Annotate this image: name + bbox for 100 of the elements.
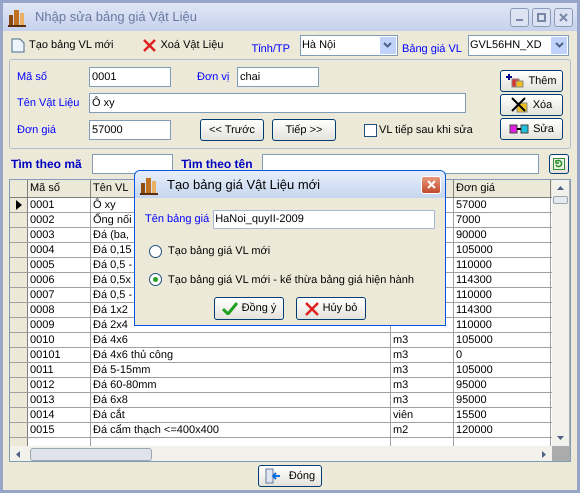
table-cell: m3 xyxy=(391,378,454,392)
unit-field[interactable]: chai xyxy=(237,67,319,87)
table-cell: 0005 xyxy=(28,258,91,272)
table-cell: Đá 4x6 thủ công xyxy=(91,348,391,362)
price-label: Đơn giá xyxy=(17,122,58,138)
price-table-label: Bảng giá VL xyxy=(402,42,462,57)
close-icon xyxy=(559,12,568,22)
close-dialog-button[interactable]: Đóng xyxy=(258,465,322,487)
table-cell: 0 xyxy=(454,348,551,362)
app-icon xyxy=(7,7,27,27)
radio-label: Tạo bảng giá VL mới xyxy=(168,244,270,259)
price-field[interactable]: 57000 xyxy=(89,120,171,140)
price-table-name-field[interactable]: HaNoi_quyII-2009 xyxy=(213,210,435,229)
close-button[interactable] xyxy=(554,8,573,26)
dialog-title: Tạo bảng giá Vật Liệu mới xyxy=(167,176,320,194)
ok-button[interactable]: Đồng ý xyxy=(214,297,284,320)
table-cell: 114300 xyxy=(454,303,551,317)
table-cell: Đá 5-15mm xyxy=(91,363,391,377)
table-cell: 110000 xyxy=(454,288,551,302)
window-title: Nhập sửa bảng giá Vật Liệu xyxy=(35,8,197,26)
table-cell: 0013 xyxy=(28,393,91,407)
check-icon xyxy=(222,302,238,315)
arrow-up-icon[interactable] xyxy=(556,184,565,192)
checkbox-label: VL tiếp sau khi sửa xyxy=(379,122,473,138)
table-cell: 0011 xyxy=(28,363,91,377)
swap-icon xyxy=(509,123,530,135)
arrow-right-icon[interactable] xyxy=(540,450,548,458)
column-header[interactable]: Đơn giá xyxy=(454,180,551,197)
table-cell: m3 xyxy=(391,363,454,377)
table-cell: 110000 xyxy=(454,258,551,272)
price-table-dropdown[interactable]: GVL56HN_XD xyxy=(468,34,569,56)
refresh-icon xyxy=(553,158,566,170)
column-header[interactable]: Mã số xyxy=(28,180,91,197)
table-cell: 105000 xyxy=(454,363,551,377)
cross-icon xyxy=(304,302,319,316)
arrow-left-icon[interactable] xyxy=(14,450,22,458)
table-cell: 0006 xyxy=(28,273,91,287)
delete-icon xyxy=(510,97,529,113)
table-cell: Đá cắt xyxy=(91,408,391,422)
arrow-down-icon[interactable] xyxy=(556,434,565,442)
vertical-scrollbar[interactable] xyxy=(552,180,569,446)
table-cell: viên xyxy=(391,408,454,422)
next-button[interactable]: Tiếp >> xyxy=(272,119,336,141)
minimize-button[interactable] xyxy=(510,8,529,26)
table-cell: 95000 xyxy=(454,378,551,392)
table-cell: 00101 xyxy=(28,348,91,362)
table-cell: 0010 xyxy=(28,333,91,347)
code-field[interactable]: 0001 xyxy=(89,67,171,87)
table-cell: 95000 xyxy=(454,393,551,407)
radio-button[interactable] xyxy=(149,244,162,258)
search-code-field[interactable] xyxy=(92,154,174,174)
scroll-thumb[interactable] xyxy=(553,196,568,204)
previous-button[interactable]: << Trước xyxy=(200,119,264,141)
exit-door-icon xyxy=(264,468,281,484)
refresh-button[interactable] xyxy=(549,154,569,174)
table-cell: 0004 xyxy=(28,243,91,257)
table-cell: 120000 xyxy=(454,423,551,437)
price-table-name-label: Tên bảng giá xyxy=(145,212,210,228)
checkbox[interactable] xyxy=(364,124,377,136)
table-cell: 7000 xyxy=(454,213,551,227)
close-icon xyxy=(426,180,436,189)
cross-icon xyxy=(143,38,156,52)
radio-button[interactable] xyxy=(149,273,162,286)
minimize-icon xyxy=(516,18,523,20)
table-cell: m2 xyxy=(391,423,454,437)
table-cell: 0009 xyxy=(28,318,91,332)
table-cell: 0015 xyxy=(28,423,91,437)
document-icon xyxy=(11,38,25,52)
table-cell: 0014 xyxy=(28,408,91,422)
edit-button[interactable]: Sửa xyxy=(500,118,563,140)
new-table-button[interactable]: Tạo bảng VL mới xyxy=(11,36,114,54)
table-cell: 0001 xyxy=(28,198,91,212)
maximize-button[interactable] xyxy=(532,8,551,26)
province-label: Tỉnh/TP xyxy=(251,42,290,57)
table-cell: 110000 xyxy=(454,318,551,332)
delete-material-button[interactable]: Xoá Vật Liệu xyxy=(143,36,224,54)
search-by-code-label: Tìm theo mã xyxy=(11,156,83,173)
table-cell: 0008 xyxy=(28,303,91,317)
table-cell: m3 xyxy=(391,348,454,362)
add-button[interactable]: Thêm xyxy=(500,70,563,92)
table-cell: 0007 xyxy=(28,288,91,302)
province-dropdown[interactable]: Hà Nội xyxy=(300,34,398,56)
search-by-name-label: Tìm theo tên xyxy=(181,156,254,173)
scroll-thumb[interactable] xyxy=(30,448,152,460)
table-cell: 15500 xyxy=(454,408,551,422)
table-cell: 90000 xyxy=(454,228,551,242)
table-cell: 0003 xyxy=(28,228,91,242)
table-cell: 0002 xyxy=(28,213,91,227)
row-indicator[interactable] xyxy=(10,198,28,212)
material-name-field[interactable]: Ô xy xyxy=(89,93,466,113)
horizontal-scrollbar[interactable] xyxy=(10,446,552,461)
table-cell: m3 xyxy=(391,393,454,407)
cancel-button[interactable]: Hủy bỏ xyxy=(296,297,366,320)
code-label: Mã số xyxy=(17,70,48,85)
table-cell: m3 xyxy=(391,333,454,347)
table-cell: 114300 xyxy=(454,273,551,287)
delete-button[interactable]: Xóa xyxy=(500,94,563,116)
table-cell: Đá 6x8 xyxy=(91,393,391,407)
table-cell: Đá 4x6 xyxy=(91,333,391,347)
table-cell: 0012 xyxy=(28,378,91,392)
